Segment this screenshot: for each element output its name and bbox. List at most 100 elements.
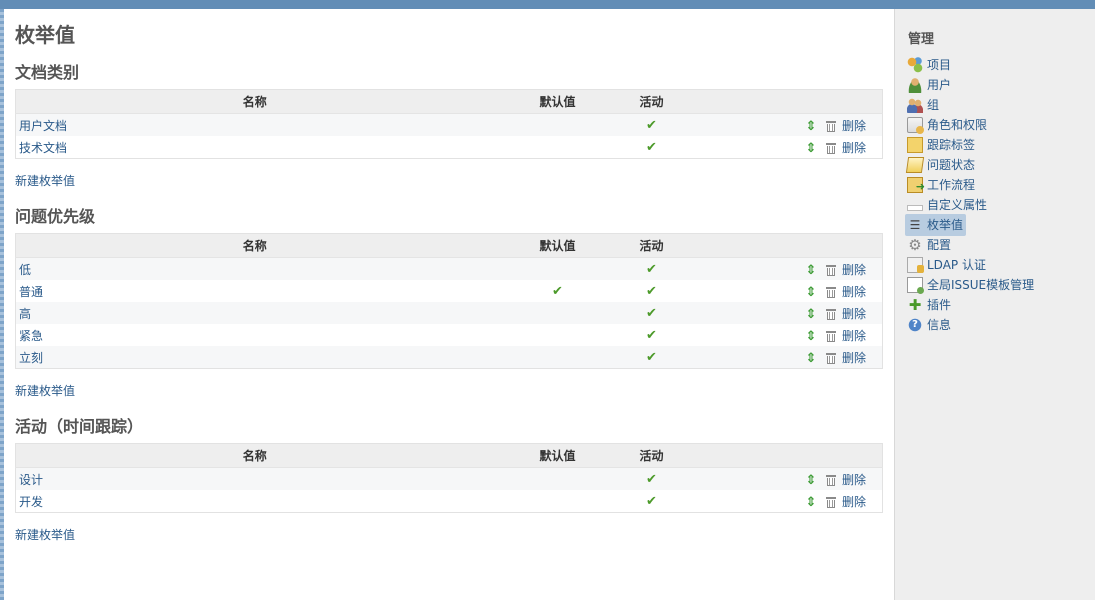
sidebar-item-label[interactable]: 项目 [927, 55, 951, 75]
enum-name-link[interactable]: 低 [19, 263, 31, 277]
sidebar-item-projects[interactable]: 项目 [907, 55, 1034, 75]
sidebar-item-enumerations[interactable]: ☰ 枚举值 [905, 214, 1034, 236]
delete-link[interactable]: 删除 [842, 263, 866, 277]
active-check-icon: ✔ [646, 117, 657, 133]
sidebar-item-issue-templates[interactable]: 全局ISSUE模板管理 [907, 275, 1034, 295]
sort-arrows-icon[interactable]: ⇕ [804, 285, 818, 300]
enum-name-link[interactable]: 立刻 [19, 351, 43, 365]
sidebar-item-label[interactable]: 枚举值 [927, 215, 963, 235]
sidebar-item-label[interactable]: 全局ISSUE模板管理 [927, 275, 1034, 295]
sidebar-item-plugins[interactable]: ✚ 插件 [907, 295, 1034, 315]
sidebar-item-label[interactable]: 用户 [927, 75, 951, 95]
default-cell [493, 257, 622, 280]
sidebar-item-groups[interactable]: 组 [907, 95, 1034, 115]
sidebar-item-label[interactable]: 自定义属性 [927, 195, 987, 215]
enum-table-issue-priorities: 名称 默认值 活动 低 ✔ ⇕ 删除 普通 ✔ ✔ ⇕ 删除 高 ✔ ⇕ 删除 紧急 … [15, 233, 883, 369]
delete-link[interactable]: 删除 [842, 141, 866, 155]
sidebar-item-label[interactable]: 工作流程 [927, 175, 975, 195]
column-header-name: 名称 [15, 443, 494, 468]
trash-icon[interactable] [825, 474, 836, 486]
ldap-icon [907, 257, 924, 273]
sidebar-item-info[interactable]: ? 信息 [907, 315, 1034, 335]
trash-icon[interactable] [825, 496, 836, 508]
sort-arrows-icon[interactable]: ⇕ [804, 473, 818, 488]
sidebar-item-ldap[interactable]: LDAP 认证 [907, 255, 1034, 275]
delete-link[interactable]: 删除 [842, 351, 866, 365]
workflow-icon [907, 177, 925, 197]
trash-icon[interactable] [825, 264, 836, 276]
sidebar-item-label[interactable]: 配置 [927, 235, 951, 255]
active-check-icon: ✔ [646, 283, 657, 299]
sort-arrows-icon[interactable]: ⇕ [804, 263, 818, 278]
default-cell [493, 136, 622, 159]
enum-name-link[interactable]: 技术文档 [19, 141, 67, 155]
roles-icon [907, 117, 924, 134]
column-header-actions [681, 233, 883, 258]
column-header-active: 活动 [621, 443, 682, 468]
sidebar-item-label[interactable]: 角色和权限 [927, 115, 987, 135]
delete-link[interactable]: 删除 [842, 329, 866, 343]
top-header-bar [0, 0, 1095, 9]
table-row: 技术文档 ✔ ⇕ 删除 [15, 136, 883, 159]
sidebar-item-roles[interactable]: 角色和权限 [907, 115, 1034, 135]
custom-field-icon [907, 204, 923, 211]
active-check-icon: ✔ [646, 139, 657, 155]
sidebar-item-label[interactable]: 信息 [927, 315, 951, 335]
sort-arrows-icon[interactable]: ⇕ [804, 329, 818, 344]
table-row: 用户文档 ✔ ⇕ 删除 [15, 113, 883, 136]
default-cell [493, 490, 622, 513]
new-enumeration-link[interactable]: 新建枚举值 [15, 172, 75, 189]
sidebar-item-label[interactable]: 跟踪标签 [927, 135, 975, 155]
section-title-time-tracking: 活动（时间跟踪） [15, 417, 144, 436]
delete-link[interactable]: 删除 [842, 285, 866, 299]
trash-icon[interactable] [825, 330, 836, 342]
sort-arrows-icon[interactable]: ⇕ [804, 351, 818, 366]
sidebar-item-label[interactable]: 插件 [927, 295, 951, 315]
delete-link[interactable]: 删除 [842, 119, 866, 133]
projects-icon [907, 57, 923, 73]
trash-icon[interactable] [825, 308, 836, 320]
enum-name-link[interactable]: 开发 [19, 495, 43, 509]
sidebar-item-custom-fields[interactable]: 自定义属性 [907, 195, 1034, 215]
enum-name-link[interactable]: 普通 [19, 285, 43, 299]
plugin-icon: ✚ [908, 296, 922, 314]
table-row: 高 ✔ ⇕ 删除 [15, 302, 883, 324]
default-cell [493, 113, 622, 136]
sort-arrows-icon[interactable]: ⇕ [804, 307, 818, 322]
column-header-actions [681, 89, 883, 114]
sort-arrows-icon[interactable]: ⇕ [804, 119, 818, 134]
sort-arrows-icon[interactable]: ⇕ [804, 141, 818, 156]
enum-name-link[interactable]: 高 [19, 307, 31, 321]
active-check-icon: ✔ [646, 305, 657, 321]
new-enumeration-link[interactable]: 新建枚举值 [15, 382, 75, 399]
enum-table-time-tracking: 名称 默认值 活动 设计 ✔ ⇕ 删除 开发 ✔ ⇕ 删除 [15, 443, 883, 513]
enum-name-link[interactable]: 设计 [19, 473, 43, 487]
trash-icon[interactable] [825, 286, 836, 298]
active-check-icon: ✔ [646, 327, 657, 343]
enum-name-link[interactable]: 紧急 [19, 329, 43, 343]
trash-icon[interactable] [825, 352, 836, 364]
trash-icon[interactable] [825, 142, 836, 154]
enum-name-link[interactable]: 用户文档 [19, 119, 67, 133]
column-header-actions [681, 443, 883, 468]
sidebar-item-users[interactable]: 用户 [907, 75, 1034, 95]
column-header-default: 默认值 [493, 443, 622, 468]
delete-link[interactable]: 删除 [842, 495, 866, 509]
table-row: 低 ✔ ⇕ 删除 [15, 257, 883, 280]
sidebar-item-label[interactable]: 组 [927, 95, 939, 115]
trash-icon[interactable] [825, 120, 836, 132]
delete-link[interactable]: 删除 [842, 473, 866, 487]
sidebar-item-trackers[interactable]: 跟踪标签 [907, 135, 1034, 155]
sort-arrows-icon[interactable]: ⇕ [804, 495, 818, 510]
user-icon [907, 77, 923, 93]
sidebar-item-settings[interactable]: ⚙ 配置 [907, 235, 1034, 255]
sidebar-item-label[interactable]: LDAP 认证 [927, 255, 986, 275]
admin-sidebar: 管理 项目 用户 组 角色和权限 跟踪标签 问题状态 工作流程 自定义属性 ☰ 枚… [894, 9, 1095, 600]
delete-link[interactable]: 删除 [842, 307, 866, 321]
section-title-doc-categories: 文档类别 [15, 63, 80, 82]
new-enumeration-link[interactable]: 新建枚举值 [15, 526, 75, 543]
column-header-default: 默认值 [493, 89, 622, 114]
sidebar-item-label[interactable]: 问题状态 [927, 155, 975, 175]
sidebar-item-workflow[interactable]: 工作流程 [907, 175, 1034, 197]
sidebar-item-issue-statuses[interactable]: 问题状态 [905, 155, 1034, 175]
